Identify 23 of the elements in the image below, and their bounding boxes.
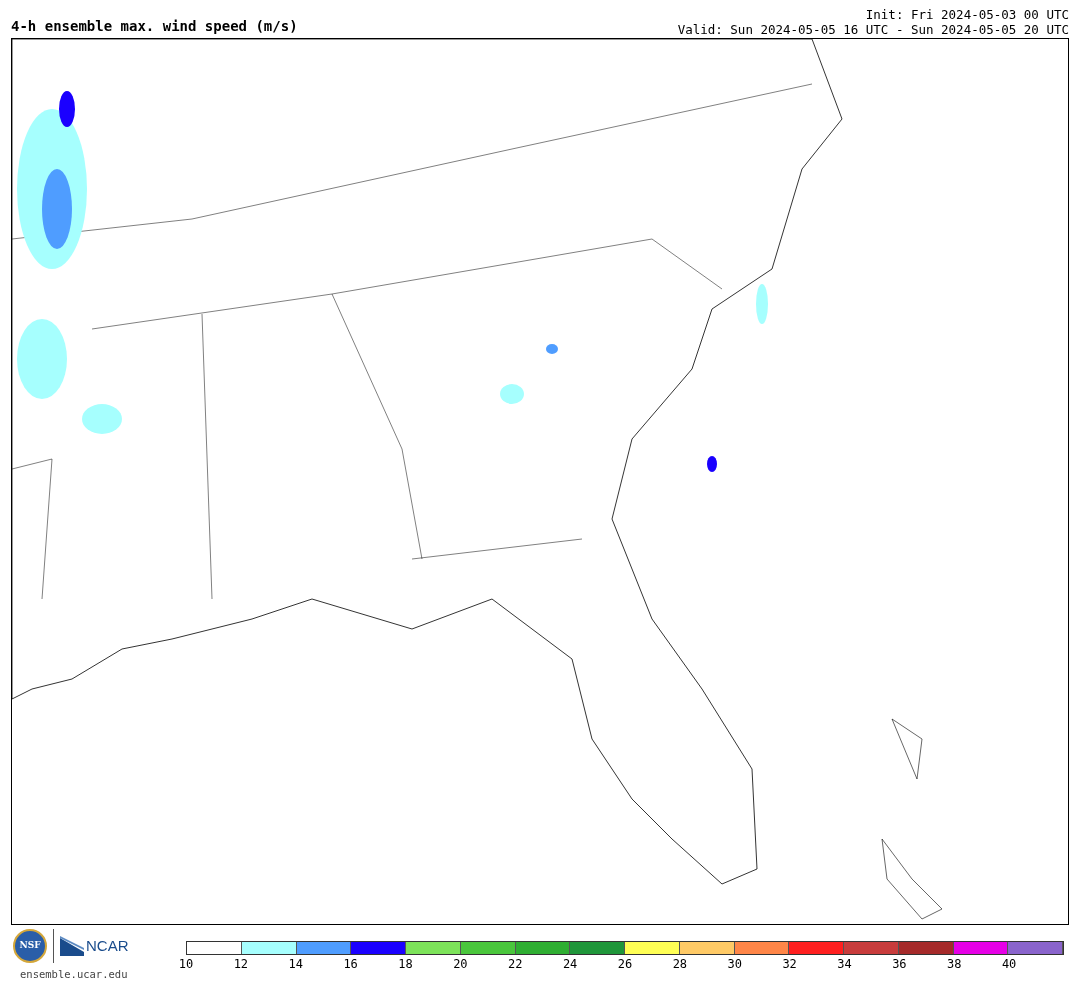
- scale-label: 16: [343, 956, 358, 972]
- scale-label: 24: [562, 956, 578, 972]
- scale-label: 36: [892, 956, 907, 972]
- scale-label: 38: [947, 956, 962, 972]
- init-time: Init: Fri 2024-05-03 00 UTC: [865, 7, 1069, 22]
- scale-label: 18: [398, 956, 413, 972]
- scale-label: 34: [837, 956, 852, 972]
- valid-time: Valid: Sun 2024-05-05 16 UTC - Sun 2024-05-05 20 UTC: [677, 22, 1069, 37]
- website-url: ensemble.ucar.edu: [20, 967, 129, 982]
- scale-label: 20: [453, 956, 468, 972]
- scale-label: 12: [233, 956, 249, 972]
- ncar-logo-text: NCAR: [86, 935, 129, 956]
- nsf-logo: NSF: [13, 929, 47, 963]
- ncar-icon: [60, 936, 84, 956]
- scale-label: 26: [617, 956, 633, 972]
- scale-label: 22: [508, 956, 523, 972]
- scale-label: 40: [1001, 956, 1017, 972]
- scale-label: 10: [178, 956, 194, 972]
- scale-label: 28: [672, 956, 688, 972]
- scale-label: 32: [782, 956, 797, 972]
- chart-title: 4-h ensemble max. wind speed (m/s): [11, 19, 298, 36]
- scale-label: 14: [288, 956, 303, 972]
- scale-label: 30: [727, 956, 742, 972]
